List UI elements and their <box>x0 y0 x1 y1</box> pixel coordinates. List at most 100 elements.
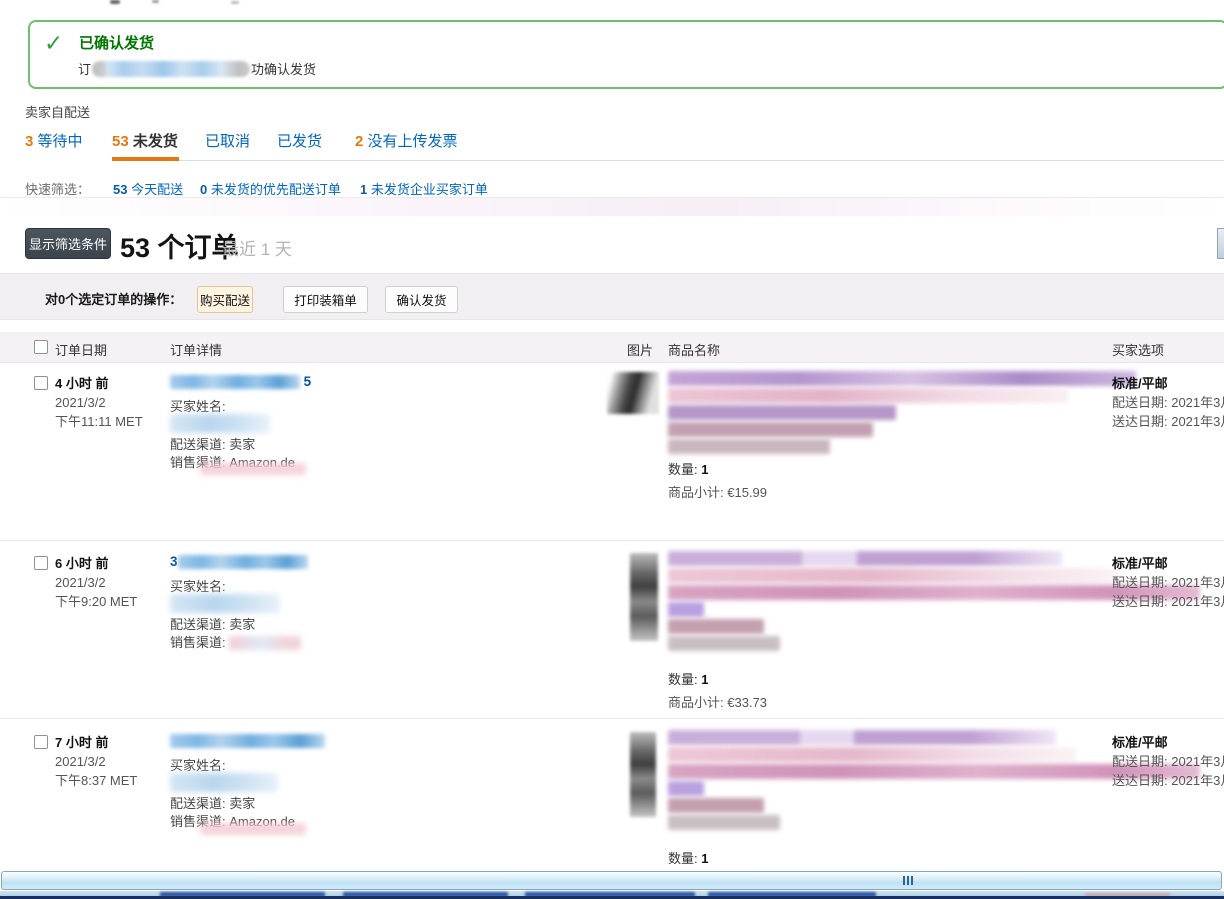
banner-message-suffix: 功确认发货 <box>251 62 317 77</box>
quick-filter-priority-unshipped[interactable]: 0 未发货的优先配送订单 <box>200 179 341 198</box>
filter-label: 今天配送 <box>131 182 184 197</box>
tab-shipped[interactable]: 已发货 <box>277 130 322 151</box>
order-age: 6 小时 前 <box>55 556 109 571</box>
redaction-smudge <box>200 463 306 475</box>
order-id-visible-char: 5 <box>303 374 312 390</box>
fulfillment-value: 卖家 <box>229 617 256 632</box>
subtotal-label: 商品小计: <box>668 485 724 500</box>
redacted-order-id <box>170 733 325 748</box>
subtotal-value: €33.73 <box>727 695 768 710</box>
quick-filter-ship-today[interactable]: 53 今天配送 <box>113 179 183 198</box>
order-age: 7 小时 前 <box>55 735 109 750</box>
bulk-action-bar: 对0个选定订单的操作： 购买配送 打印装箱单 确认发货 <box>0 273 1224 320</box>
cropped-text-fragment <box>231 1 239 4</box>
order-id-link[interactable]: 5 <box>170 373 311 389</box>
section-label: 卖家自配送 <box>25 105 91 120</box>
col-header-buyer-options: 买家选项 <box>1112 343 1165 358</box>
quantity-line: 数量: 1 <box>668 848 1224 867</box>
redacted-product-line <box>668 602 704 617</box>
tab-label: 没有上传发票 <box>367 133 458 150</box>
banner-title: 已确认发货 <box>79 35 155 52</box>
select-all-checkbox[interactable] <box>34 340 48 354</box>
tabs-divider <box>112 160 1224 161</box>
ship-date: 配送日期: 2021年3月 <box>1112 395 1224 410</box>
subtotal-line: 商品小计: €15.99 <box>668 482 1224 501</box>
redacted-product-title <box>668 747 1076 762</box>
order-date: 2021/3/2 <box>55 395 106 410</box>
row-checkbox[interactable] <box>34 376 48 390</box>
filter-label: 未发货企业买家订单 <box>370 182 488 197</box>
redacted-buyer-name <box>170 594 280 613</box>
order-date: 2021/3/2 <box>55 754 106 769</box>
redacted-product-title <box>668 568 1120 583</box>
selected-tab-underline <box>112 157 179 161</box>
tab-unshipped[interactable]: 53 未发货 <box>112 130 178 151</box>
banner-message-prefix: 订 <box>78 62 92 77</box>
buyer-options-cell: 标准/平邮 配送日期: 2021年3月 送达日期: 2021年3月 <box>1112 374 1224 431</box>
order-date: 2021/3/2 <box>55 575 106 590</box>
row-divider <box>0 718 1224 719</box>
tab-count: 2 <box>355 133 364 150</box>
quantity-value: 1 <box>701 851 709 866</box>
product-image[interactable] <box>630 732 656 817</box>
redacted-sales-channel <box>229 635 302 650</box>
fulfillment-label: 配送渠道: <box>170 437 226 452</box>
redacted-product-line <box>668 781 704 796</box>
order-time: 下午11:11 MET <box>55 414 143 429</box>
page-title: 53 个订单 <box>120 233 239 263</box>
fulfillment-channel: 配送渠道: 卖家 <box>170 614 255 633</box>
filter-count: 53 <box>113 182 128 197</box>
tab-label: 已取消 <box>205 133 251 150</box>
tab-label: 等待中 <box>37 133 83 150</box>
quantity-label: 数量: <box>668 672 698 687</box>
page-subtitle: 最近 1 天 <box>222 240 292 259</box>
order-date-cell: 7 小时 前 2021/3/2 下午8:37 MET <box>55 733 137 790</box>
quick-filter-business-unshipped[interactable]: 1 未发货企业买家订单 <box>360 179 488 198</box>
table-row: 4 小时 前 2021/3/2 下午11:11 MET 5 买家姓名: 配送渠道… <box>0 368 1224 540</box>
success-check-icon: ✓ <box>44 30 64 56</box>
tab-label: 未发货 <box>132 133 178 150</box>
redacted-product-title <box>668 551 1062 566</box>
table-row: 7 小时 前 2021/3/2 下午8:37 MET 买家姓名: 配送渠道: 卖… <box>0 727 1224 889</box>
filter-count: 0 <box>200 182 208 197</box>
buy-shipping-button[interactable]: 购买配送 <box>197 286 253 313</box>
buyer-options-cell: 标准/平邮 配送日期: 2021年3月 送达日期: 2021年3月 <box>1112 733 1224 790</box>
fulfillment-channel: 配送渠道: 卖家 <box>170 793 255 812</box>
redacted-product-line <box>668 636 780 651</box>
print-packing-slip-button[interactable]: 打印装箱单 <box>283 286 368 313</box>
product-image[interactable] <box>630 553 658 641</box>
tab-cancelled[interactable]: 已取消 <box>205 130 250 151</box>
quantity-line: 数量: 1 <box>668 459 1224 478</box>
quantity-value: 1 <box>701 672 709 687</box>
tab-no-invoice[interactable]: 2 没有上传发票 <box>355 130 458 151</box>
bulk-action-label: 对0个选定订单的操作： <box>45 292 183 307</box>
quantity-label: 数量: <box>668 462 698 477</box>
redacted-product-line <box>668 439 830 454</box>
order-time: 下午8:37 MET <box>55 773 138 788</box>
col-header-image: 图片 <box>627 343 654 358</box>
row-checkbox[interactable] <box>34 556 48 570</box>
section-divider-band <box>0 197 1224 216</box>
order-id-visible-char: 3 <box>170 554 178 570</box>
order-id-link[interactable] <box>170 732 325 748</box>
confirm-shipment-button[interactable]: 确认发货 <box>385 286 458 313</box>
order-id-link[interactable]: 3 <box>170 553 308 569</box>
show-filters-button[interactable]: 显示筛选条件 <box>25 228 111 259</box>
cropped-edge-button[interactable] <box>1217 228 1224 259</box>
quick-filter-label: 快速筛选： <box>25 182 91 197</box>
row-checkbox[interactable] <box>34 735 48 749</box>
delivery-date: 送达日期: 2021年3月 <box>1112 773 1224 788</box>
redacted-product-line <box>668 405 896 420</box>
tab-pending[interactable]: 3 等待中 <box>25 130 83 151</box>
redacted-product-line <box>668 619 764 634</box>
fulfillment-label: 配送渠道: <box>170 796 226 811</box>
product-image[interactable] <box>607 372 659 414</box>
scrollbar-grip-icon[interactable] <box>903 876 913 885</box>
orders-page: ✓ 已确认发货 订功确认发货 卖家自配送 3 等待中 53 未发货 已取消 已发… <box>0 0 1224 899</box>
redacted-buyer-name <box>170 773 278 792</box>
horizontal-scrollbar[interactable] <box>1 871 1222 890</box>
tab-count: 53 <box>112 133 129 150</box>
filter-count: 1 <box>360 182 368 197</box>
table-row: 6 小时 前 2021/3/2 下午9:20 MET 3 买家姓名: 配送渠道:… <box>0 548 1224 718</box>
subtotal-label: 商品小计: <box>668 695 724 710</box>
